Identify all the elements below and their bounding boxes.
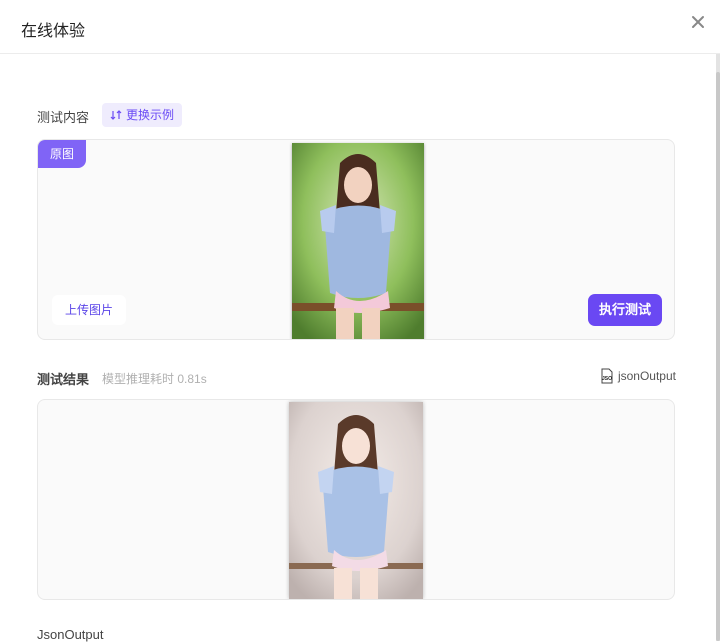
result-image xyxy=(289,402,423,599)
scrollbar-thumb[interactable] xyxy=(716,72,720,641)
original-image xyxy=(292,143,424,339)
json-output-link-label: jsonOutput xyxy=(617,369,676,383)
dialog-header: 在线体验 xyxy=(0,0,720,54)
result-panel xyxy=(37,399,675,600)
execute-test-button[interactable]: 执行测试 xyxy=(588,294,662,326)
dialog-title: 在线体验 xyxy=(21,23,86,40)
swap-example-label: 更换示例 xyxy=(126,108,175,122)
json-output-link[interactable]: JSO jsonOutput xyxy=(599,368,676,384)
upload-image-button[interactable]: 上传图片 xyxy=(52,295,126,325)
original-tag: 原图 xyxy=(38,140,86,168)
test-result-label: 测试结果 xyxy=(37,372,90,387)
close-icon[interactable] xyxy=(688,12,708,32)
inference-time: 模型推理耗时 0.81s xyxy=(102,372,207,386)
input-panel: 原图 上传图片 执行测试 xyxy=(37,139,675,340)
test-input-label: 测试内容 xyxy=(37,110,90,125)
scrollbar[interactable] xyxy=(716,54,720,641)
swap-example-button[interactable]: 更换示例 xyxy=(102,103,183,127)
svg-text:JSO: JSO xyxy=(602,376,612,382)
json-output-label: JsonOutput xyxy=(37,627,104,642)
swap-icon xyxy=(110,110,122,120)
json-file-icon: JSO xyxy=(601,368,613,384)
